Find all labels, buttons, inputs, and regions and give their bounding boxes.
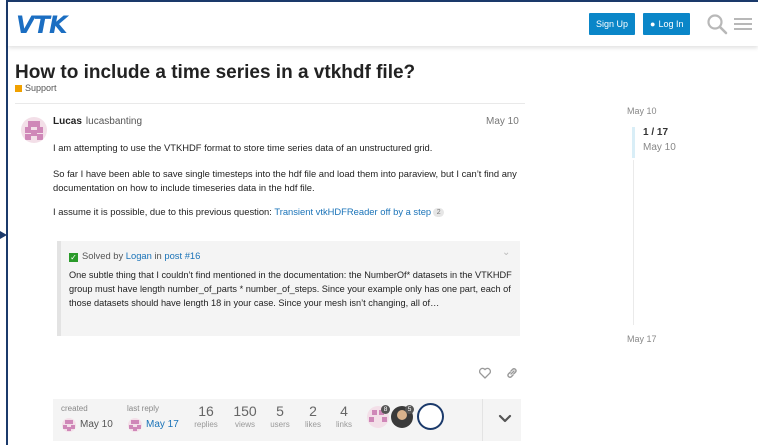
heart-icon[interactable]	[478, 366, 492, 380]
frame-left-border	[6, 0, 8, 445]
accepted-answer-box: ✓ Solved by Logan in post #16 ⌄ One subtl…	[57, 241, 520, 336]
links-label: links	[335, 420, 352, 429]
author-name[interactable]: Lucas	[53, 116, 82, 127]
chevron-down-icon[interactable]	[494, 411, 516, 427]
last-reply-avatar[interactable]	[128, 418, 142, 432]
views-count: 150	[233, 403, 257, 419]
link-click-count: 2	[433, 208, 445, 217]
post-paragraph: I am attempting to use the VTKHDF format…	[53, 142, 433, 153]
paragraph-text: I assume it is possible, due to this pre…	[53, 206, 275, 217]
site-header: VTK Sign Up ● Log In	[8, 2, 758, 46]
timeline-position-date: May 10	[643, 142, 676, 153]
solution-prefix: Solved by	[82, 250, 126, 261]
participant-post-count: 5	[405, 405, 414, 414]
author-username[interactable]: lucasbanting	[86, 116, 142, 127]
checkbox-checked-icon: ✓	[69, 253, 78, 262]
topic-map-divider	[482, 399, 483, 441]
replies-label: replies	[194, 420, 218, 429]
linked-topic-link[interactable]: Transient vtkHDFReader off by a step	[274, 206, 431, 217]
sign-up-button[interactable]: Sign Up	[589, 13, 636, 35]
topic-map: created May 10 last reply May 17 16 repl…	[53, 399, 521, 441]
link-icon[interactable]	[505, 366, 519, 380]
topic-title[interactable]: How to include a time series in a vtkhdf…	[15, 62, 415, 84]
solution-excerpt[interactable]: One subtle thing that I couldn’t find me…	[69, 268, 519, 310]
person-icon: ●	[650, 19, 656, 29]
avatar[interactable]	[21, 117, 47, 143]
solver-link[interactable]: Logan	[126, 250, 152, 261]
replies-count: 16	[198, 403, 214, 419]
vtk-logo[interactable]: VTK	[16, 11, 68, 39]
timeline-end-date[interactable]: May 17	[627, 334, 657, 344]
last-reply-date[interactable]: May 17	[146, 419, 179, 430]
created-label: created	[61, 404, 88, 413]
log-in-button[interactable]: ● Log In	[643, 13, 691, 35]
pointer-arrow-icon	[0, 231, 7, 239]
timeline-track[interactable]	[633, 160, 634, 325]
solution-post-link[interactable]: post #16	[164, 250, 200, 261]
creator-avatar[interactable]	[62, 418, 76, 432]
post-paragraph: I assume it is possible, due to this pre…	[53, 205, 523, 219]
timeline-position: 1 / 17	[643, 127, 669, 138]
hamburger-icon[interactable]	[734, 15, 752, 33]
timeline-start-date[interactable]: May 10	[627, 106, 657, 116]
log-in-label: Log In	[658, 19, 684, 29]
category-label: Support	[25, 83, 57, 93]
chevron-down-icon[interactable]: ⌄	[502, 247, 510, 258]
divider	[15, 103, 525, 104]
created-date[interactable]: May 10	[80, 419, 113, 430]
participant-post-count: 8	[381, 405, 390, 414]
post-date[interactable]: May 10	[486, 116, 519, 127]
category-badge[interactable]: Support	[15, 83, 57, 93]
category-color-square	[15, 85, 22, 92]
participant-avatar[interactable]	[417, 403, 444, 430]
search-icon[interactable]	[706, 13, 728, 35]
solution-header: ✓ Solved by Logan in post #16	[69, 250, 200, 262]
post-paragraph: So far I have been able to save single t…	[53, 168, 517, 193]
links-count: 4	[340, 403, 348, 419]
timeline-scroller-handle[interactable]	[632, 127, 635, 158]
views-label: views	[234, 420, 255, 429]
last-reply-label: last reply	[127, 404, 160, 413]
post-author: Lucas lucasbanting	[53, 116, 142, 127]
solution-in: in	[151, 250, 165, 261]
